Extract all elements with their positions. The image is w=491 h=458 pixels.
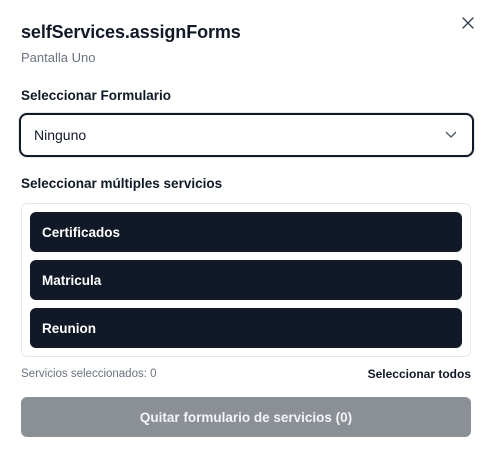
form-select[interactable]: Ninguno [19,113,474,157]
service-item-label: Reunion [42,320,96,336]
service-item-reunion[interactable]: Reunion [30,308,462,348]
service-item-label: Matricula [42,272,102,288]
dialog-subtitle: Pantalla Uno [21,50,96,65]
close-button[interactable] [459,14,477,32]
services-list: Certificados Matricula Reunion [21,203,471,357]
service-item-matricula[interactable]: Matricula [30,260,462,300]
assign-forms-dialog: selfServices.assignForms Pantalla Uno Se… [0,0,491,458]
close-icon [462,17,474,29]
selected-count-text: Servicios seleccionados: 0 [21,368,157,380]
form-select-label: Seleccionar Formulario [21,88,172,103]
service-item-certificados[interactable]: Certificados [30,212,462,252]
select-all-button[interactable]: Seleccionar todos [368,367,471,381]
service-item-label: Certificados [42,224,121,240]
remove-form-button[interactable]: Quitar formulario de servicios (0) [21,397,471,437]
dialog-title: selfServices.assignForms [21,22,241,42]
form-select-value: Ninguno [34,127,87,143]
services-label: Seleccionar múltiples servicios [21,176,223,191]
chevron-down-icon [444,128,458,142]
